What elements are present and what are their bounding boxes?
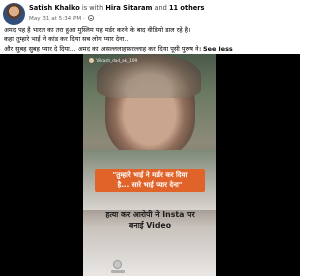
and-text: and bbox=[154, 4, 167, 12]
source-logo-icon bbox=[113, 260, 122, 269]
author-line: Satish Khalko is with Hira Sitaram and 1… bbox=[29, 4, 204, 13]
insta-handle-text: Vikash_dad_ak_109 bbox=[96, 58, 138, 63]
source-tag bbox=[111, 270, 125, 273]
author-avatar[interactable] bbox=[3, 3, 25, 25]
headline-line-2: बनाई Video bbox=[128, 220, 172, 230]
post-text-line-3: और सुबह सुबह प्यार दे दिया... अमद का असल… bbox=[4, 45, 296, 54]
post-text-line-1: अमद पह है भारत का तरा हुआ मुस्लिम यह मर्… bbox=[4, 26, 191, 34]
post-text: अमद पह है भारत का तरा हुआ मुस्लिम यह मर्… bbox=[4, 26, 296, 54]
quote-line-1: "तुम्हारे भाई ने मर्डर कर दिया bbox=[112, 171, 188, 179]
globe-icon bbox=[87, 15, 94, 21]
video-frame[interactable]: Vikash_dad_ak_109 "तुम्हारे भाई ने मर्डर… bbox=[83, 54, 216, 276]
post-header: Satish Khalko is with Hira Sitaram and 1… bbox=[3, 3, 297, 25]
video-headline: हत्या कर आरोपी ने Insta पर बनाई Video bbox=[89, 210, 211, 231]
see-less-link[interactable]: See less bbox=[203, 45, 233, 53]
timestamp-line: May 31 at 5:34 PM · bbox=[29, 15, 94, 23]
post-timestamp[interactable]: May 31 at 5:34 PM bbox=[29, 16, 81, 22]
post-text-line-2: कहा तुम्हारे भाई ने कांड कर दिया सब लोग … bbox=[4, 35, 129, 44]
post-media[interactable]: Vikash_dad_ak_109 "तुम्हारे भाई ने मर्डर… bbox=[0, 54, 300, 276]
insta-handle: Vikash_dad_ak_109 bbox=[89, 58, 137, 63]
author-name[interactable]: Satish Khalko bbox=[29, 4, 80, 12]
video-quote-caption: "तुम्हारे भाई ने मर्डर कर दिया है... सार… bbox=[95, 169, 205, 192]
others-link[interactable]: 11 others bbox=[169, 4, 205, 12]
quote-line-2: है... सारे भाई प्यार देना" bbox=[117, 180, 183, 189]
with-text: is with bbox=[81, 4, 104, 12]
post-text-line-3-text: और सुबह सुबह प्यार दे दिया... अमद का असल… bbox=[4, 44, 201, 53]
insta-avatar-icon bbox=[89, 58, 94, 63]
headline-line-1: हत्या कर आरोपी ने Insta पर bbox=[105, 210, 195, 219]
tagged-person[interactable]: Hira Sitaram bbox=[105, 4, 152, 12]
